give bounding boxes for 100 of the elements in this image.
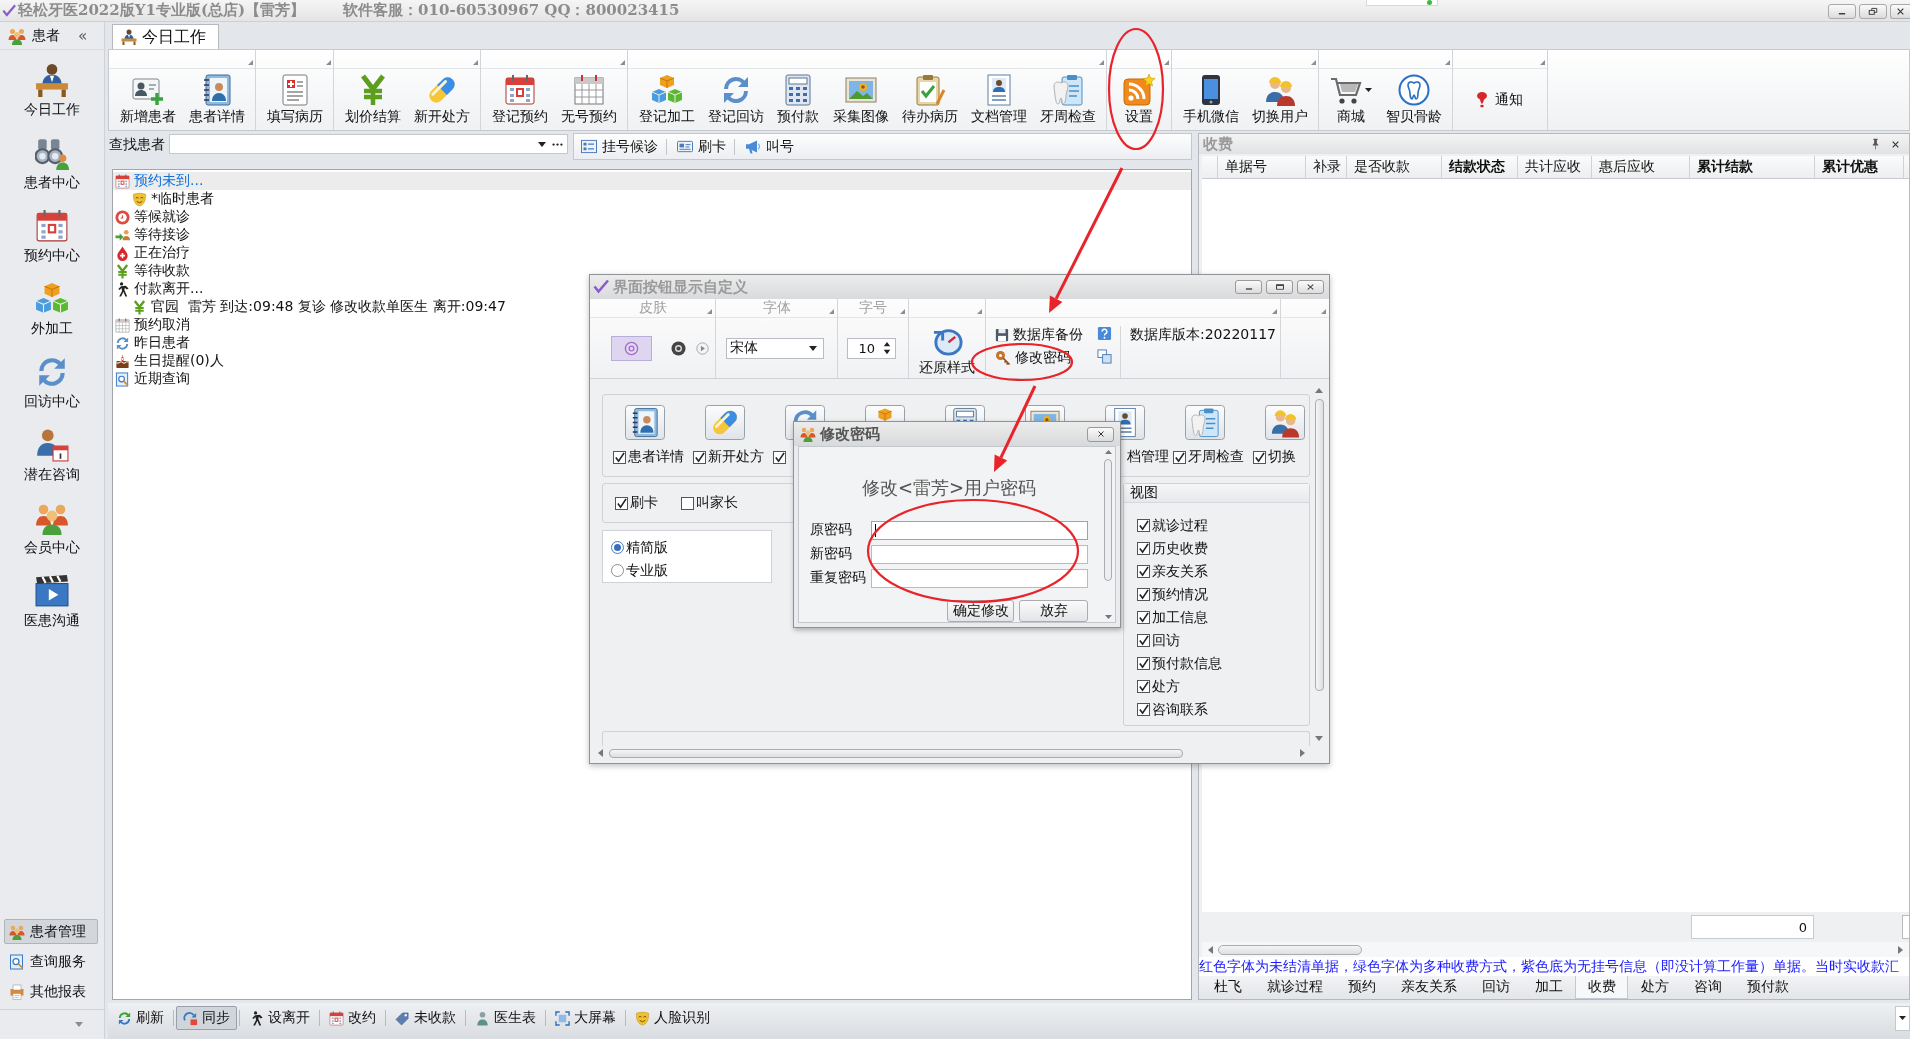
dropdown-button[interactable] bbox=[1895, 1005, 1910, 1031]
toolbar-button[interactable]: 待办病历 bbox=[895, 69, 964, 130]
toolbar-button[interactable]: 预付款 bbox=[770, 69, 826, 130]
toolbar-button[interactable]: 未收款 bbox=[388, 1006, 463, 1030]
toolbar-button[interactable]: 采集图像 bbox=[826, 69, 895, 130]
radio-button[interactable] bbox=[611, 564, 624, 577]
toolbar-button[interactable]: 挂号候诊 bbox=[579, 137, 666, 156]
toolbar-button[interactable]: 登记回访 bbox=[701, 69, 770, 130]
tree-item[interactable]: 预约取消 bbox=[113, 316, 194, 334]
toolbar-button[interactable]: 大屏幕 bbox=[548, 1006, 623, 1030]
column-header[interactable]: 补录 bbox=[1306, 156, 1347, 178]
search-field[interactable] bbox=[169, 134, 568, 154]
tree-item[interactable]: 昨日患者 bbox=[113, 334, 194, 352]
close-button[interactable] bbox=[1890, 4, 1910, 19]
checkbox[interactable] bbox=[1137, 657, 1150, 670]
column-header[interactable]: 单据号 bbox=[1218, 156, 1306, 178]
toolbar-button[interactable]: 新开处方 bbox=[407, 69, 476, 130]
tab[interactable]: 收费 bbox=[1575, 976, 1628, 999]
tree-item[interactable]: 生日提醒(0)人 bbox=[113, 352, 228, 370]
toolbar-button[interactable]: 商城 bbox=[1323, 69, 1379, 130]
toolbar-button[interactable]: 改约 bbox=[322, 1006, 383, 1030]
toolbar-button[interactable]: 叫号 bbox=[743, 137, 802, 156]
tab[interactable]: 就诊过程 bbox=[1254, 976, 1335, 999]
toolbar-button[interactable]: 通知 bbox=[1457, 91, 1543, 108]
toolbar-button[interactable]: 手机微信 bbox=[1176, 69, 1245, 130]
checkbox[interactable] bbox=[1253, 450, 1266, 464]
toolbar-button[interactable]: 刷卡 bbox=[675, 137, 734, 156]
nav-section[interactable]: 患者管理 bbox=[4, 919, 98, 944]
tree-item[interactable]: 付款离开... bbox=[113, 280, 208, 298]
toolbar-button[interactable]: 人脸识别 bbox=[628, 1006, 717, 1030]
nav-item[interactable]: 医患沟通 bbox=[24, 574, 80, 628]
checkbox[interactable] bbox=[1137, 588, 1150, 601]
dialog-button[interactable]: 确定修改 bbox=[947, 600, 1014, 622]
nav-section[interactable]: 查询服务 bbox=[4, 949, 98, 974]
checkbox[interactable] bbox=[1137, 703, 1150, 716]
toolbar-button[interactable]: 填写病历 bbox=[260, 69, 329, 130]
close-button[interactable] bbox=[1297, 280, 1324, 294]
tree-item[interactable]: 等候就诊 bbox=[113, 208, 194, 226]
nav-item[interactable]: 预约中心 bbox=[24, 209, 80, 263]
tab[interactable]: 回访 bbox=[1469, 976, 1522, 999]
font-dropdown[interactable]: 宋体 bbox=[726, 337, 824, 359]
toolbar-button[interactable]: 刷新 bbox=[110, 1006, 171, 1030]
nav-item[interactable]: 回访中心 bbox=[24, 355, 80, 409]
toolbar-button[interactable]: 同步 bbox=[176, 1006, 237, 1030]
next-button[interactable] bbox=[696, 341, 709, 355]
toolbar-button[interactable]: 新增患者 bbox=[113, 69, 182, 130]
vertical-scrollbar[interactable] bbox=[1104, 450, 1112, 619]
toolbar-button[interactable]: 牙周检查 bbox=[1033, 69, 1102, 130]
nav-item[interactable]: 外加工 bbox=[31, 282, 73, 336]
toolbar-button[interactable]: 设置 bbox=[1111, 69, 1167, 130]
input-field[interactable] bbox=[1902, 915, 1909, 939]
toolbar-button[interactable]: 患者详情 bbox=[182, 69, 251, 130]
checkbox[interactable] bbox=[773, 450, 786, 464]
tab[interactable]: 亲友关系 bbox=[1388, 976, 1469, 999]
font-size-spinner[interactable]: 10 bbox=[847, 337, 896, 359]
toolbar-button[interactable]: 切换用户 bbox=[1245, 69, 1314, 130]
password-field[interactable] bbox=[871, 568, 1088, 588]
checkbox[interactable] bbox=[1137, 519, 1150, 532]
tab[interactable]: 咨询 bbox=[1681, 976, 1734, 999]
checkbox[interactable] bbox=[1137, 542, 1150, 555]
nav-section[interactable]: 其他报表 bbox=[4, 979, 98, 1004]
horizontal-scrollbar[interactable] bbox=[1202, 942, 1909, 957]
dialog-button[interactable]: 放弃 bbox=[1019, 600, 1088, 622]
toolbar-button[interactable]: 划价结算 bbox=[338, 69, 407, 130]
toolbar-button[interactable]: 登记预约 bbox=[485, 69, 554, 130]
toolbar-button[interactable]: 智贝骨龄 bbox=[1379, 69, 1448, 130]
help-button[interactable] bbox=[1097, 326, 1112, 341]
scrollbar-thumb[interactable] bbox=[609, 748, 1183, 758]
tab[interactable]: 加工 bbox=[1522, 976, 1575, 999]
restore-button[interactable] bbox=[1859, 4, 1887, 19]
copy-button[interactable] bbox=[1097, 349, 1112, 364]
scrollbar-thumb[interactable] bbox=[1314, 399, 1324, 691]
checkbox[interactable] bbox=[1137, 611, 1150, 624]
checkbox[interactable] bbox=[1137, 680, 1150, 693]
toolbar-button[interactable]: 登记加工 bbox=[632, 69, 701, 130]
tree-item[interactable]: 近期查询 bbox=[113, 370, 194, 388]
tree-item[interactable]: 等待收款 bbox=[113, 262, 194, 280]
collapse-button[interactable]: « bbox=[78, 26, 88, 45]
toolbar-button[interactable]: 文档管理 bbox=[964, 69, 1033, 130]
tree-item[interactable]: 正在治疗 bbox=[113, 244, 194, 262]
tab[interactable]: 处方 bbox=[1628, 976, 1681, 999]
toolbar-button[interactable]: 设离开 bbox=[242, 1006, 317, 1030]
nav-item[interactable]: 潜在咨询 bbox=[24, 428, 80, 482]
checkbox[interactable] bbox=[1173, 450, 1186, 464]
column-header[interactable]: 是否收款 bbox=[1347, 156, 1442, 178]
password-field[interactable] bbox=[871, 544, 1088, 564]
password-field[interactable] bbox=[871, 520, 1088, 540]
tree-item[interactable]: *临时患者 bbox=[130, 190, 218, 208]
tree-item[interactable]: 官园 雷芳 到达:09:48 复诊 修改收款单医生 离开:09:47 bbox=[130, 298, 510, 316]
nav-item[interactable]: 今日工作 bbox=[24, 63, 80, 117]
checkbox[interactable] bbox=[681, 496, 694, 510]
checkbox[interactable] bbox=[1137, 634, 1150, 647]
tab[interactable]: 杜飞 bbox=[1201, 976, 1254, 999]
toolbar-button[interactable]: 无号预约 bbox=[554, 69, 623, 130]
backup-button[interactable]: 数据库备份 bbox=[995, 326, 1083, 343]
column-header[interactable]: 累计优惠 bbox=[1815, 156, 1904, 178]
minimize-button[interactable] bbox=[1235, 280, 1262, 294]
checkbox[interactable] bbox=[615, 496, 628, 510]
column-header[interactable]: 结款状态 bbox=[1442, 156, 1518, 178]
tab[interactable]: 预付款 bbox=[1734, 976, 1801, 999]
